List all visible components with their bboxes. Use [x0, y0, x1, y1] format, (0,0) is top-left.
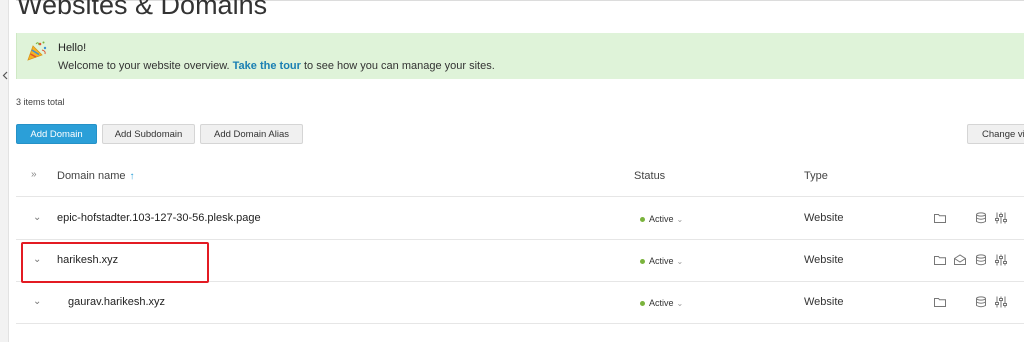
add-domain-button[interactable]: Add Domain	[16, 124, 97, 144]
site-type: Website	[804, 254, 844, 266]
status-label: Active	[649, 256, 674, 266]
settings-sliders-icon[interactable]	[994, 211, 1008, 225]
banner-text-after: to see how you can manage your sites.	[303, 60, 495, 72]
banner-message: Welcome to your website overview. Take t…	[58, 60, 495, 72]
chevron-left-icon	[2, 71, 7, 79]
database-icon[interactable]	[974, 295, 988, 309]
page: Websites & Domains Hello! Welcome to you…	[0, 0, 1024, 342]
domain-name-link[interactable]: epic-hofstadter.103-127-30-56.plesk.page	[57, 212, 261, 224]
folder-icon[interactable]	[933, 295, 947, 309]
banner-greeting: Hello!	[58, 42, 87, 54]
column-domain-name[interactable]: Domain name ↑	[57, 170, 134, 182]
add-domain-alias-button[interactable]: Add Domain Alias	[200, 124, 303, 144]
banner-text-before: Welcome to your website overview.	[58, 60, 230, 72]
expand-all-icon[interactable]: »	[31, 169, 37, 180]
column-type: Type	[804, 170, 828, 182]
change-view-button[interactable]: Change vi	[967, 124, 1024, 144]
site-type: Website	[804, 212, 844, 224]
table-row: ⌄ epic-hofstadter.103-127-30-56.plesk.pa…	[16, 198, 1024, 240]
status-active-dot-icon	[640, 258, 645, 264]
page-title: Websites & Domains	[17, 0, 268, 20]
settings-sliders-icon[interactable]	[994, 295, 1008, 309]
expand-row-chevron-icon[interactable]: ⌄	[33, 212, 41, 223]
database-icon[interactable]	[974, 253, 988, 267]
left-sidebar-strip	[0, 0, 9, 342]
status-label: Active	[649, 214, 674, 224]
chevron-down-icon: ⌄	[676, 298, 684, 308]
table-header: » Domain name ↑ Status Type	[16, 156, 1024, 197]
column-status: Status	[634, 170, 666, 182]
status-dropdown[interactable]: Active ⌄	[640, 214, 683, 224]
settings-sliders-icon[interactable]	[994, 253, 1008, 267]
column-domain-name-label: Domain name	[57, 170, 126, 182]
folder-icon[interactable]	[933, 253, 947, 267]
party-popper-icon	[27, 41, 47, 61]
status-active-dot-icon	[640, 216, 645, 222]
items-total-count: 3 items total	[16, 97, 65, 107]
domains-table: » Domain name ↑ Status Type ⌄ epic-hofsta…	[16, 156, 1024, 324]
status-active-dot-icon	[640, 300, 645, 306]
welcome-banner: Hello! Welcome to your website overview.…	[16, 33, 1024, 79]
status-dropdown[interactable]: Active ⌄	[640, 298, 683, 308]
domain-name-link[interactable]: gaurav.harikesh.xyz	[68, 296, 165, 308]
take-the-tour-link[interactable]: Take the tour	[233, 60, 301, 72]
add-subdomain-button[interactable]: Add Subdomain	[102, 124, 195, 144]
expand-row-chevron-icon[interactable]: ⌄	[33, 296, 41, 307]
table-row: ⌄ gaurav.harikesh.xyz Active ⌄ Website	[16, 282, 1024, 324]
annotation-highlight-box	[21, 242, 209, 283]
folder-icon[interactable]	[933, 211, 947, 225]
status-dropdown[interactable]: Active ⌄	[640, 256, 683, 266]
database-icon[interactable]	[974, 211, 988, 225]
status-label: Active	[649, 298, 674, 308]
collapse-sidebar-button[interactable]	[0, 62, 9, 88]
site-type: Website	[804, 296, 844, 308]
chevron-down-icon: ⌄	[676, 256, 684, 266]
mail-icon[interactable]	[953, 253, 967, 267]
chevron-down-icon: ⌄	[676, 214, 684, 224]
sort-ascending-icon: ↑	[129, 171, 135, 182]
